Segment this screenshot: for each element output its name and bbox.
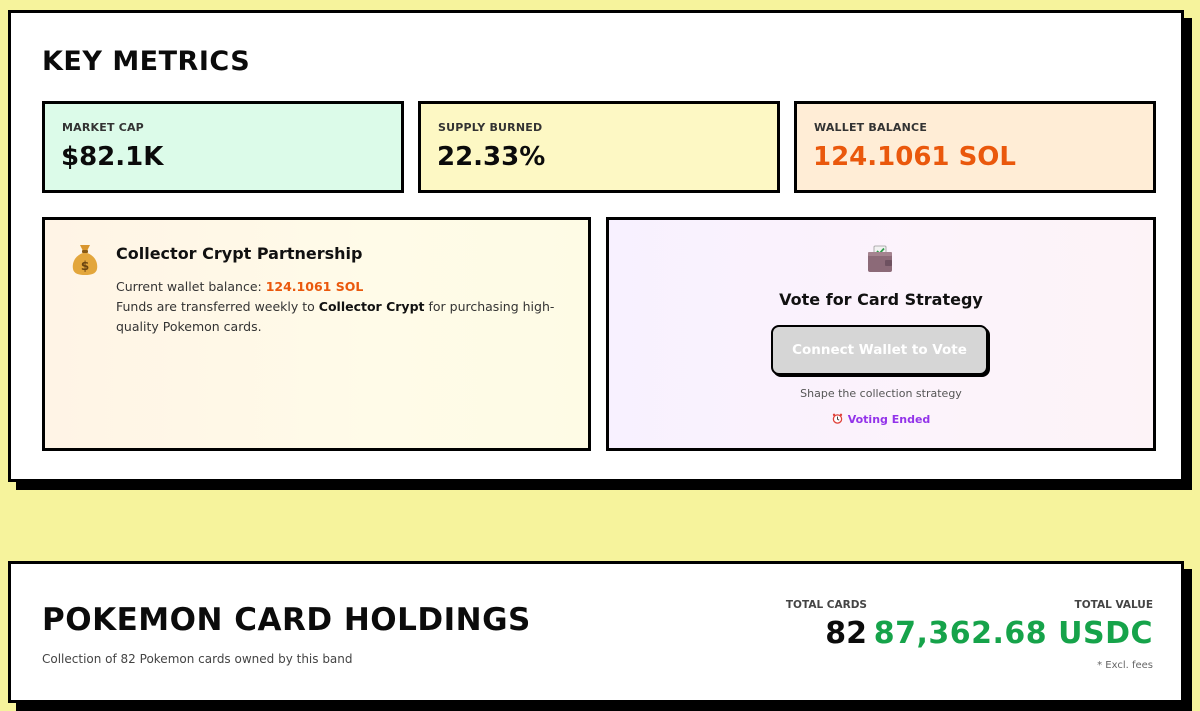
supply-burned-card: SUPPLY BURNED 22.33%	[418, 101, 780, 193]
holdings-title: POKEMON CARD HOLDINGS	[42, 602, 531, 638]
svg-text:$: $	[81, 259, 89, 273]
total-value-label: TOTAL VALUE	[1074, 599, 1153, 611]
supply-burned-label: SUPPLY BURNED	[438, 121, 543, 134]
partnership-card: $ Collector Crypt Partnership Current wa…	[42, 217, 591, 451]
market-cap-card: MARKET CAP $82.1K	[42, 101, 404, 193]
market-cap-label: MARKET CAP	[62, 121, 144, 134]
vote-title: Vote for Card Strategy	[779, 290, 983, 309]
market-cap-value: $82.1K	[61, 142, 164, 172]
voting-status-text: Voting Ended	[847, 413, 931, 426]
wallet-balance-card: WALLET BALANCE 124.1061 SOL	[794, 101, 1156, 193]
key-metrics-panel: KEY METRICS MARKET CAP $82.1K SUPPLY BUR…	[8, 10, 1184, 482]
total-value-value: 87,362.68 USDC	[873, 616, 1153, 651]
wallet-balance-label: WALLET BALANCE	[814, 121, 928, 134]
wallet-balance-value: 124.1061 SOL	[813, 142, 1016, 172]
vote-card: Vote for Card Strategy Connect Wallet to…	[606, 217, 1156, 451]
partnership-description: Current wallet balance: 124.1061 SOL Fun…	[116, 277, 556, 337]
transfer-prefix: Funds are transferred weekly to	[116, 299, 319, 314]
key-metrics-title: KEY METRICS	[42, 46, 251, 77]
money-bag-icon: $	[72, 245, 98, 275]
supply-burned-value: 22.33%	[437, 142, 546, 172]
alarm-clock-icon	[832, 413, 842, 424]
connect-wallet-button[interactable]: Connect Wallet to Vote	[771, 325, 988, 375]
vote-subtitle: Shape the collection strategy	[800, 387, 962, 400]
wallet-icon	[868, 245, 892, 272]
partnership-title: Collector Crypt Partnership	[116, 244, 363, 263]
total-cards-value: 82	[825, 616, 867, 651]
partner-name: Collector Crypt	[318, 299, 425, 314]
partnership-balance-value: 124.1061 SOL	[265, 279, 364, 294]
balance-prefix: Current wallet balance:	[116, 279, 266, 294]
holdings-subtitle: Collection of 82 Pokemon cards owned by …	[42, 652, 353, 666]
holdings-panel: POKEMON CARD HOLDINGS Collection of 82 P…	[8, 561, 1184, 703]
total-cards-label: TOTAL CARDS	[785, 599, 867, 611]
fee-note: * Excl. fees	[1097, 660, 1153, 671]
voting-status: Voting Ended	[609, 413, 1153, 426]
